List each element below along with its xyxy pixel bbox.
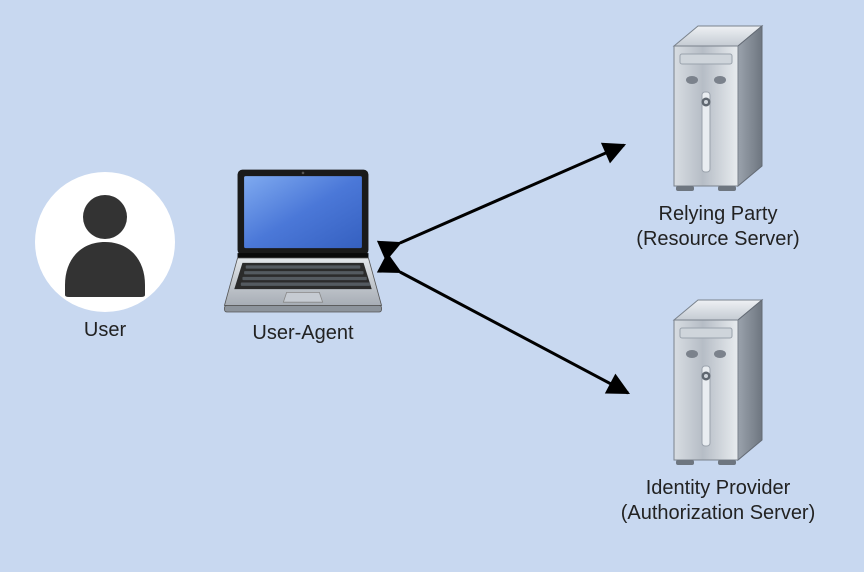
- server-icon: [658, 18, 778, 196]
- node-user: User: [30, 172, 180, 343]
- node-user-agent: User-Agent: [208, 165, 398, 346]
- edge-useragent-identityprovider: [400, 272, 628, 393]
- laptop-icon: [213, 165, 393, 315]
- user-agent-label: User-Agent: [208, 321, 398, 346]
- node-relying-party: Relying Party (Resource Server): [618, 18, 818, 252]
- identity-provider-label1: Identity Provider: [618, 476, 818, 501]
- edge-useragent-relyingparty: [400, 145, 624, 243]
- relying-party-label2: (Resource Server): [618, 227, 818, 252]
- server-icon: [658, 292, 778, 470]
- user-label: User: [30, 318, 180, 343]
- node-identity-provider: Identity Provider (Authorization Server): [618, 292, 818, 526]
- identity-provider-label2: (Authorization Server): [618, 501, 818, 526]
- relying-party-label1: Relying Party: [618, 202, 818, 227]
- person-icon: [35, 172, 175, 312]
